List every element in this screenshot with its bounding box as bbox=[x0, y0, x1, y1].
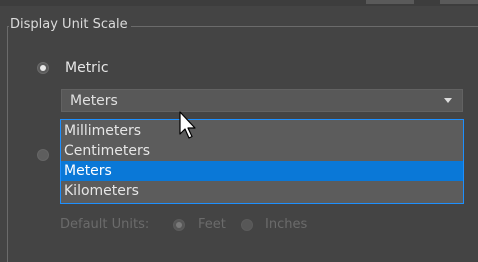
dropdown-arrow-icon bbox=[444, 98, 452, 103]
us-standard-radio[interactable] bbox=[37, 149, 49, 161]
inches-radio[interactable] bbox=[241, 219, 253, 231]
unit-setup-panel: Display Unit Scale Metric Meters Millime… bbox=[0, 0, 478, 262]
top-tab-fragment bbox=[440, 0, 478, 4]
metric-units-dropdown[interactable]: Meters bbox=[61, 89, 463, 112]
mouse-pointer-icon bbox=[179, 111, 196, 139]
metric-radio[interactable] bbox=[37, 62, 49, 74]
option-meters[interactable]: Meters bbox=[61, 161, 463, 181]
top-tab-fragment bbox=[366, 0, 414, 4]
option-millimeters[interactable]: Millimeters bbox=[61, 121, 463, 141]
metric-label[interactable]: Metric bbox=[65, 59, 109, 77]
feet-label[interactable]: Feet bbox=[198, 217, 226, 233]
default-units-label: Default Units: bbox=[60, 217, 150, 232]
feet-radio[interactable] bbox=[173, 219, 185, 231]
inches-label[interactable]: Inches bbox=[265, 217, 307, 233]
option-kilometers[interactable]: Kilometers bbox=[61, 181, 463, 201]
group-title: Display Unit Scale bbox=[9, 17, 131, 33]
dropdown-value: Meters bbox=[70, 93, 118, 109]
units-dropdown-list: Millimeters Centimeters Meters Kilometer… bbox=[60, 119, 464, 204]
option-centimeters[interactable]: Centimeters bbox=[61, 141, 463, 161]
